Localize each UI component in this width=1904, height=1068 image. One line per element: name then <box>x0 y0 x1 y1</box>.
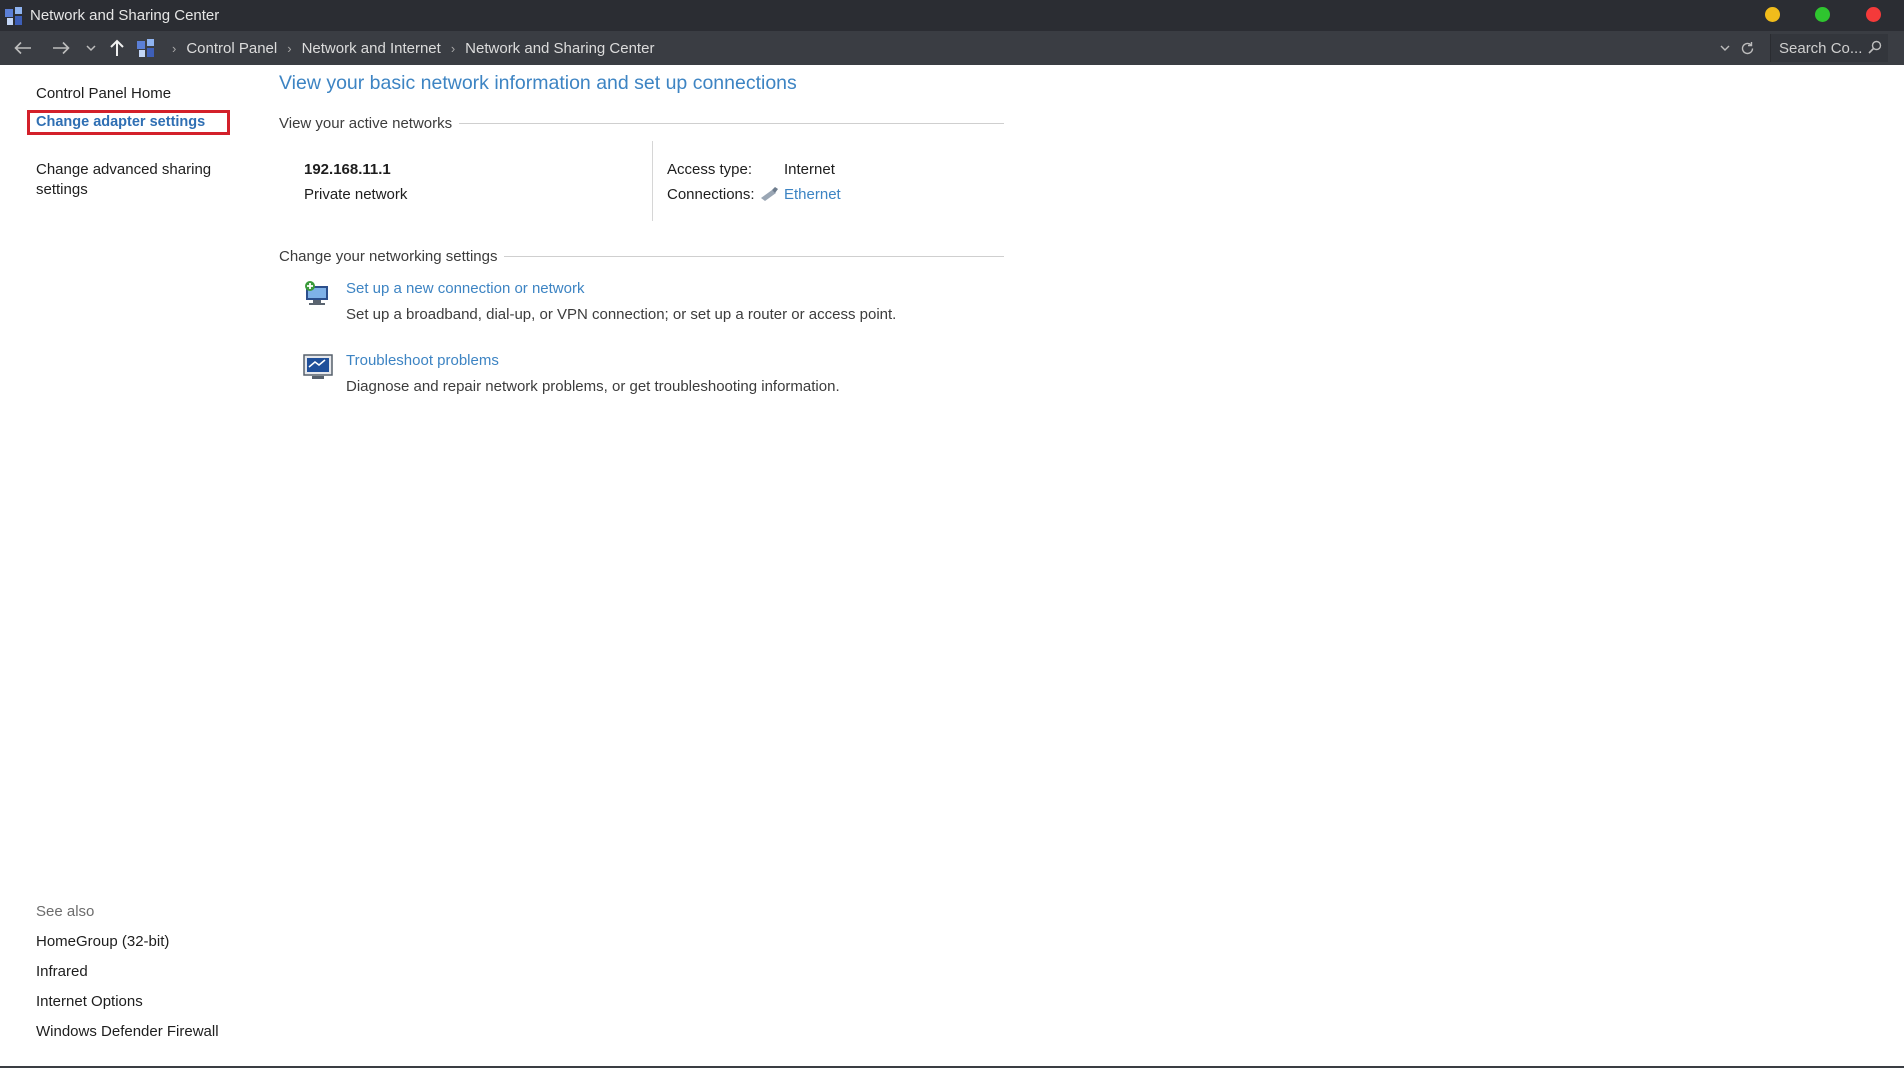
close-button[interactable] <box>1866 7 1881 22</box>
search-input[interactable]: Search Co... <box>1770 34 1888 62</box>
title-bar: Network and Sharing Center <box>0 0 1904 31</box>
search-placeholder: Search Co... <box>1779 39 1863 57</box>
refresh-button[interactable] <box>1737 31 1757 65</box>
setup-new-connection-description: Set up a broadband, dial-up, or VPN conn… <box>346 306 897 323</box>
divider <box>459 123 1004 124</box>
control-panel-icon <box>137 39 154 57</box>
ethernet-icon <box>761 187 778 201</box>
see-also-infrared-link[interactable]: Infrared <box>36 963 88 980</box>
search-icon <box>1868 40 1882 54</box>
network-category: Private network <box>304 186 408 203</box>
see-also-internet-options-link[interactable]: Internet Options <box>36 993 143 1010</box>
breadcrumb-item-control-panel[interactable]: Control Panel <box>186 40 277 57</box>
see-also-windows-defender-firewall-link[interactable]: Windows Defender Firewall <box>36 1023 219 1040</box>
connections-label: Connections: <box>667 186 755 203</box>
change-adapter-settings-link[interactable]: Change adapter settings <box>27 110 230 135</box>
troubleshoot-icon <box>303 354 333 379</box>
sidebar: Control Panel Home Change adapter settin… <box>0 65 260 1068</box>
new-connection-icon <box>305 281 328 305</box>
page-title: View your basic network information and … <box>279 72 797 94</box>
troubleshoot-problems-description: Diagnose and repair network problems, or… <box>346 378 840 395</box>
control-panel-home-link[interactable]: Control Panel Home <box>36 84 171 104</box>
access-type-value: Internet <box>784 161 835 178</box>
window-title: Network and Sharing Center <box>30 7 220 24</box>
up-arrow-icon[interactable] <box>106 31 128 65</box>
minimize-button[interactable] <box>1765 7 1780 22</box>
back-arrow-icon[interactable] <box>10 31 36 65</box>
control-panel-icon <box>5 6 22 25</box>
network-name: 192.168.11.1 <box>304 161 391 178</box>
refresh-icon <box>1741 41 1753 54</box>
breadcrumb-separator-icon: › <box>450 40 456 56</box>
breadcrumb-item-network-and-internet[interactable]: Network and Internet <box>302 40 441 57</box>
breadcrumb: › Control Panel › Network and Internet ›… <box>162 31 654 65</box>
change-advanced-sharing-settings-link[interactable]: Change advanced sharing settings <box>36 160 236 200</box>
breadcrumb-item-network-and-sharing-center[interactable]: Network and Sharing Center <box>465 40 654 57</box>
breadcrumb-separator-icon: › <box>287 40 292 56</box>
networking-settings-heading-text: Change your networking settings <box>279 248 498 265</box>
active-networks-heading-text: View your active networks <box>279 115 453 132</box>
address-history-dropdown[interactable] <box>1716 31 1734 65</box>
breadcrumb-separator-icon: › <box>172 40 177 56</box>
divider <box>652 141 653 221</box>
maximize-button[interactable] <box>1815 7 1830 22</box>
address-bar: › Control Panel › Network and Internet ›… <box>0 31 1904 65</box>
access-type-label: Access type: <box>667 161 753 178</box>
see-also-heading: See also <box>36 903 95 920</box>
troubleshoot-problems-link[interactable]: Troubleshoot problems <box>346 352 499 369</box>
setup-new-connection-link[interactable]: Set up a new connection or network <box>346 280 584 297</box>
chevron-down-icon[interactable] <box>82 31 100 65</box>
see-also-homegroup-link[interactable]: HomeGroup (32-bit) <box>36 933 169 950</box>
ethernet-connection-link[interactable]: Ethernet <box>784 186 841 203</box>
divider <box>504 256 1004 257</box>
chevron-down-icon <box>1720 45 1730 51</box>
forward-arrow-icon[interactable] <box>48 31 74 65</box>
active-networks-heading: View your active networks <box>279 115 1004 132</box>
networking-settings-heading: Change your networking settings <box>279 248 1004 265</box>
